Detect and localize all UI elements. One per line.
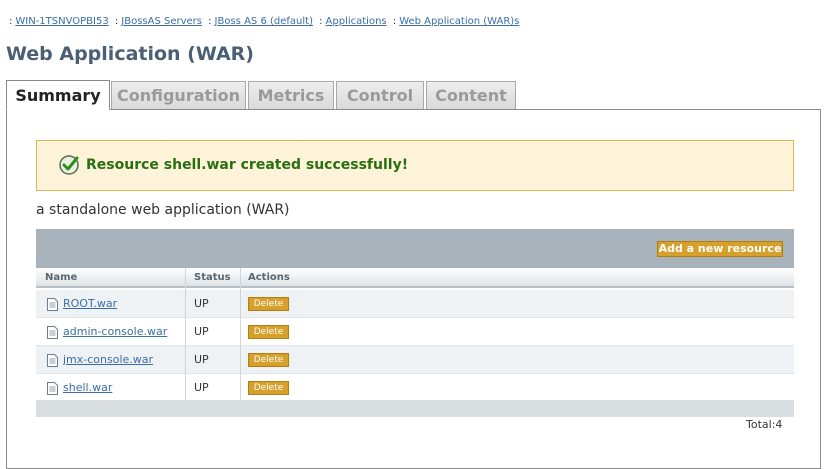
tab-summary[interactable]: Summary (6, 80, 110, 110)
total-count: Total:4 (746, 418, 783, 431)
success-message: Resource shell.war created successfully! (36, 140, 794, 191)
delete-button[interactable]: Delete (248, 325, 289, 339)
breadcrumb-separator: : (208, 16, 212, 27)
breadcrumb-separator: : (319, 16, 323, 27)
column-header-name[interactable]: Name (45, 272, 77, 283)
table-row: jmx-console.war UP Delete (36, 346, 794, 374)
resource-description: a standalone web application (WAR) (36, 202, 290, 218)
breadcrumb-separator: : (114, 16, 119, 27)
resource-link[interactable]: shell.war (63, 381, 112, 394)
table-row: shell.war UP Delete (36, 374, 794, 402)
resource-link[interactable]: admin-console.war (63, 325, 167, 338)
delete-button[interactable]: Delete (248, 353, 289, 367)
resource-link[interactable]: jmx-console.war (63, 353, 153, 366)
check-icon (59, 155, 79, 175)
status-cell: UP (194, 353, 209, 366)
tab-configuration[interactable]: Configuration (111, 81, 246, 109)
breadcrumb-link-server[interactable]: WIN-1TSNVOPBI53 (15, 16, 108, 27)
tab-metrics[interactable]: Metrics (248, 81, 334, 109)
breadcrumb-link-applications[interactable]: Applications (326, 16, 387, 27)
table-toolbar: Add a new resource (36, 229, 794, 268)
breadcrumb-link-jboss-as6[interactable]: JBoss AS 6 (default) (215, 16, 313, 27)
table-row: ROOT.war UP Delete (36, 290, 794, 318)
breadcrumb-separator: : (392, 16, 397, 27)
delete-button[interactable]: Delete (248, 381, 289, 395)
tab-control[interactable]: Control (336, 81, 424, 109)
column-divider (185, 268, 186, 400)
resource-link[interactable]: ROOT.war (63, 297, 117, 310)
status-cell: UP (194, 297, 209, 310)
tab-content[interactable]: Content (426, 81, 516, 109)
column-divider (240, 268, 241, 400)
file-icon (47, 354, 58, 367)
column-header-status[interactable]: Status (194, 272, 231, 283)
breadcrumb-link-web-applications[interactable]: Web Application (WAR)s (399, 16, 519, 27)
file-icon (47, 326, 58, 339)
status-cell: UP (194, 325, 209, 338)
table-header: Name Status Actions (36, 268, 794, 288)
file-icon (47, 298, 58, 311)
status-cell: UP (194, 381, 209, 394)
column-header-actions[interactable]: Actions (248, 272, 290, 283)
success-message-text: Resource shell.war created successfully! (86, 157, 409, 173)
delete-button[interactable]: Delete (248, 297, 289, 311)
breadcrumb-separator: : (9, 16, 13, 27)
add-resource-button[interactable]: Add a new resource (657, 241, 783, 257)
breadcrumb-link-jbossas-servers[interactable]: JBossAS Servers (121, 16, 202, 27)
table-footer (36, 400, 794, 417)
table-row: admin-console.war UP Delete (36, 318, 794, 346)
file-icon (47, 382, 58, 395)
page-title: Web Application (WAR) (6, 43, 254, 65)
breadcrumb: : WIN-1TSNVOPBI53 : JBossAS Servers : JBoss… (6, 16, 519, 27)
